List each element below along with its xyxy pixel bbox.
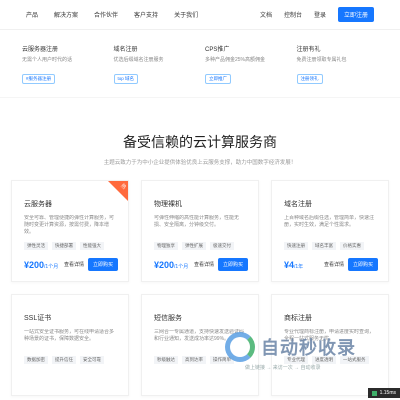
product-title: SSL证书 [24,315,52,322]
login-link[interactable]: 登录 [314,10,326,19]
product-tag: 极速交付 [210,242,234,250]
nav-partners[interactable]: 合作伙伴 [94,10,118,19]
product-price: ¥4/1年 [284,260,303,270]
detail-link[interactable]: 查看详情 [64,261,84,268]
product-title: 域名注册 [284,201,312,208]
feature-title: 注册有礼 [296,47,321,53]
hero-title: 备受信赖的云计算服务商 [123,134,277,150]
product-tag: 进度透明 [312,356,336,364]
product-tags: 数据加密 提升信任 安全可靠 [24,356,116,364]
product-card[interactable]: SSL证书 一站式安全证书服务，可在线申请适合多种场景的证书，保障数据安全。 数… [11,294,129,396]
nav-products[interactable]: 产品 [26,10,38,19]
detail-link[interactable]: 查看详情 [324,261,344,268]
docs-link[interactable]: 文档 [260,10,272,19]
product-desc: 安全可靠、管理便捷的弹性计算服务，可随时变更计算资源，按需付费，降本增效。 [24,215,115,235]
product-tag: 弹性扩展 [182,242,206,250]
feature-strip: 云服务器注册 无需个人用户时代的话 #服务器注册 域名注册 优选后缀域名注册服务… [0,30,400,98]
feature-button[interactable]: top 域名 [113,74,139,84]
product-tag: 数据加密 [24,356,48,364]
price-unit: /1个月 [44,263,59,270]
buy-button[interactable]: 立即购买 [347,258,378,271]
product-desc: 上百种域名后缀任选，管理简单，快速注册，实时生效，满足个性需求。 [284,215,375,228]
hero-section: 备受信赖的云计算服务商 主题云致力于为中小企业提供体验优良上云服务支撑，助力中国… [0,98,400,166]
product-tag: 专业代理 [284,356,308,364]
product-price: ¥200/1个月 [24,260,58,270]
product-tag: 域名丰富 [312,242,336,250]
price-unit: /1个月 [174,263,189,270]
feature-card: 注册有礼 免费注册领取专属礼包 注册领礼 [296,44,379,85]
feature-desc: 多种产品佣金25%高额佣金 [205,57,266,63]
feature-desc: 免费注册领取专属礼包 [296,57,347,63]
detail-link[interactable]: 查看详情 [194,261,214,268]
feature-title: CPS推广 [205,47,230,53]
product-tags: 快速注册 域名丰富 价格实惠 [284,242,376,250]
product-desc: 可弹性伸缩的高性能计算服务，性能无损、安全隔离，分钟级交付。 [154,215,240,228]
nav-solutions[interactable]: 解决方案 [54,10,78,19]
feature-card: CPS推广 多种产品佣金25%高额佣金 立即推广 [205,44,287,85]
register-button[interactable]: 立即注册 [337,7,374,22]
feature-button[interactable]: #服务器注册 [22,74,56,84]
product-title: 物理裸机 [154,201,182,208]
price-unit: /1年 [294,263,304,270]
product-card[interactable]: 热 云服务器 安全可靠、管理便捷的弹性计算服务，可随时变更计算资源，按需付费，降… [11,180,129,282]
product-tag: 秒级触达 [154,356,178,364]
product-tag: 操作简单 [210,356,234,364]
product-desc: 专业代理商标注册，申请进度实时查询，全程一站式服务无忧。 [284,329,375,342]
product-card[interactable]: 域名注册 上百种域名后缀任选，管理简单，快速注册，实时生效，满足个性需求。 快速… [271,180,389,282]
feature-title: 云服务器注册 [22,47,59,53]
product-price: ¥200/1个月 [154,260,188,270]
product-desc: 一站式安全证书服务，可在线申请适合多种场景的证书，保障数据安全。 [24,329,115,342]
product-grid: 热 云服务器 安全可靠、管理便捷的弹性计算服务，可随时变更计算资源，按需付费，降… [4,180,396,396]
feature-button[interactable]: 注册领礼 [296,74,323,84]
top-header: 产品 解决方案 合作伙伴 客户支持 关于我们 文档 控制台 登录 立即注册 [0,0,400,30]
product-card[interactable]: 商标注册 专业代理商标注册，申请进度实时查询，全程一站式服务无忧。 专业代理 进… [271,294,389,396]
speed-icon [371,390,377,396]
product-tag: 一站式服务 [340,356,369,364]
header-actions: 文档 控制台 登录 立即注册 [260,7,374,22]
buy-button[interactable]: 立即购买 [87,258,118,271]
nav-about[interactable]: 关于我们 [174,10,198,19]
price-value: ¥200 [154,259,175,270]
product-card[interactable]: 物理裸机 可弹性伸缩的高性能计算服务，性能无损、安全隔离，分钟级交付。 物理独享… [141,180,259,282]
watermark-subtitle: 做上链接 → 来访一次 → 自动收录 [245,365,321,371]
price-value: ¥4 [284,259,295,270]
product-footer: ¥200/1个月 查看详情 立即购买 [24,258,118,271]
product-tag: 性能强大 [80,242,104,250]
product-tag: 高到达率 [182,356,206,364]
product-tags: 专业代理 进度透明 一站式服务 [284,356,376,364]
product-tags: 弹性灵活 快捷部署 性能强大 [24,242,116,250]
product-tags: 秒级触达 高到达率 操作简单 [154,356,246,364]
nav-support[interactable]: 客户支持 [134,10,158,19]
product-tags: 物理独享 弹性扩展 极速交付 [154,242,246,250]
hero-subtitle: 主题云致力于为中小企业提供体验优良上云服务支撑，助力中国数字经济发展！ [103,160,297,166]
product-tag: 快速注册 [284,242,308,250]
feature-desc: 无需个人用户时代的话 [22,57,73,63]
feature-card: 云服务器注册 无需个人用户时代的话 #服务器注册 [22,44,104,85]
feature-title: 域名注册 [113,47,138,53]
product-title: 商标注册 [284,315,312,322]
buy-button[interactable]: 立即购买 [217,258,248,271]
product-desc: 三网合一专属通道，支持快速发送验证码和行业通知，发送成功率达99%。 [154,329,245,342]
price-value: ¥200 [24,259,45,270]
product-tag: 提升信任 [52,356,76,364]
speed-badge: 1.15ms [367,388,400,398]
product-card[interactable]: 短信服务 三网合一专属通道，支持快速发送验证码和行业通知，发送成功率达99%。 … [141,294,259,396]
speed-text: 1.15ms [379,390,396,396]
feature-button[interactable]: 立即推广 [205,74,231,84]
product-tag: 快捷部署 [52,242,76,250]
product-tag: 物理独享 [154,242,178,250]
feature-card: 域名注册 优选后缀域名注册服务 top 域名 [113,44,196,85]
product-title: 云服务器 [24,201,52,208]
product-tag: 安全可靠 [80,356,104,364]
product-footer: ¥200/1个月 查看详情 立即购买 [154,258,248,271]
product-title: 短信服务 [154,315,182,322]
main-nav: 产品 解决方案 合作伙伴 客户支持 关于我们 [26,10,198,19]
product-footer: ¥4/1年 查看详情 立即购买 [284,258,378,271]
feature-desc: 优选后缀域名注册服务 [113,57,164,63]
product-tag: 价格实惠 [340,242,364,250]
product-tag: 弹性灵活 [24,242,48,250]
console-link[interactable]: 控制台 [284,10,302,19]
